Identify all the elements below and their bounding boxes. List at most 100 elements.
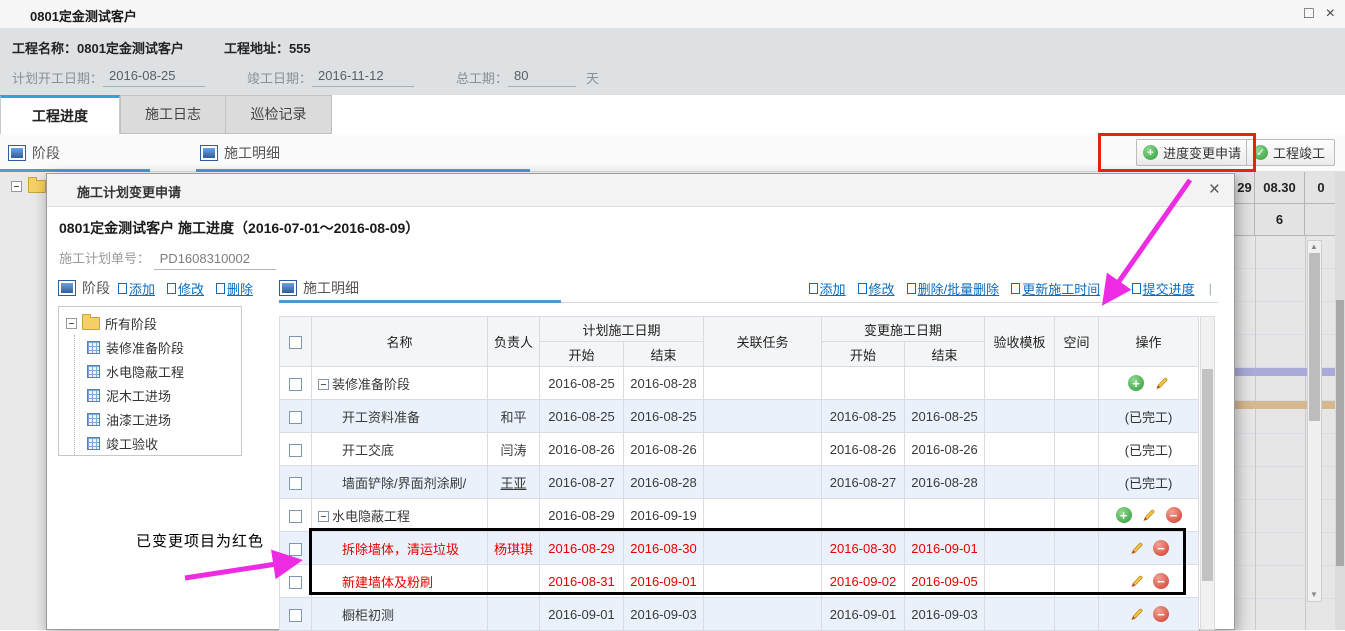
tree-item-stage[interactable]: 装修准备阶段 (87, 335, 237, 359)
tree-item-stage[interactable]: 泥木工进场 (87, 383, 237, 407)
plan-number-field[interactable]: PD1608310002 (154, 251, 276, 270)
scroll-up-icon[interactable]: ▲ (1310, 243, 1318, 251)
cell-template (985, 532, 1055, 565)
close-icon[interactable]: × (1326, 2, 1335, 26)
cell-chg-start: 2016-09-01 (822, 598, 905, 631)
row-checkbox[interactable] (289, 576, 302, 589)
collapse-icon[interactable] (318, 379, 329, 390)
stage-icon (87, 365, 100, 378)
detail-edit-link[interactable]: 修改 (858, 279, 895, 298)
row-checkbox[interactable] (289, 609, 302, 622)
cell-related (704, 466, 822, 499)
stage-section-label: 阶段 (8, 143, 60, 163)
tree-item-stage[interactable]: 水电隐蔽工程 (87, 359, 237, 383)
scroll-down-icon[interactable]: ▼ (1310, 591, 1318, 599)
table-row: 拆除墙体，清运垃圾杨琪琪2016-08-292016-08-302016-08-… (280, 532, 1199, 565)
cell-template (985, 466, 1055, 499)
tab-progress[interactable]: 工程进度 (0, 95, 120, 134)
column-header-template: 验收模板 (985, 317, 1055, 367)
edit-icon[interactable] (1141, 507, 1157, 523)
change-request-dialog: 施工计划变更申请 × 0801定金测试客户 施工进度（2016-07-01～20… (46, 173, 1235, 630)
delete-icon[interactable]: − (1153, 573, 1169, 589)
collapse-icon[interactable] (11, 181, 22, 192)
table-scrollbar[interactable] (1200, 316, 1215, 630)
stage-add-link[interactable]: 添加 (118, 279, 155, 298)
row-checkbox[interactable] (289, 378, 302, 391)
edit-icon[interactable] (1128, 606, 1144, 622)
cell-chg-start: 2016-08-27 (822, 466, 905, 499)
tab-construction-log[interactable]: 施工日志 (120, 95, 226, 134)
panel-icon (8, 145, 26, 161)
scrollbar-thumb[interactable] (1202, 369, 1213, 581)
stage-delete-link[interactable]: 删除 (216, 279, 253, 298)
status-text: (已完工) (1125, 443, 1173, 458)
maximize-icon[interactable]: □ (1304, 2, 1314, 26)
stage-panel-header: 阶段 添加 修改 删除 (58, 278, 253, 298)
cell-plan-end: 2016-08-26 (624, 433, 704, 466)
tab-inspection-record[interactable]: 巡检记录 (226, 95, 332, 134)
tree-item-stage[interactable]: 竣工验收 (87, 431, 237, 455)
detail-panel-header: 施工明细 添加 修改 删除/批量删除 更新施工时间 | 提交进度 | (279, 278, 1220, 298)
plan-start-field[interactable]: 2016-08-25 (103, 68, 205, 87)
add-icon[interactable]: + (1128, 375, 1144, 391)
delete-icon[interactable]: − (1166, 507, 1182, 523)
stage-edit-link[interactable]: 修改 (167, 279, 204, 298)
scrollbar-thumb[interactable] (1336, 300, 1344, 566)
gantt-scrollbar[interactable]: ▲ ▼ (1307, 240, 1322, 602)
detail-add-link[interactable]: 添加 (809, 279, 846, 298)
edit-icon[interactable] (1128, 573, 1144, 589)
table-row: 水电隐蔽工程2016-08-292016-09-19+− (280, 499, 1199, 532)
column-header-related-task: 关联任务 (704, 317, 822, 367)
finish-label: 竣工日期： (247, 68, 312, 87)
stage-tree: 所有阶段 装修准备阶段 水电隐蔽工程 泥木工进场 油漆工进场 竣工验收 (58, 306, 242, 456)
delete-icon[interactable]: − (1153, 606, 1169, 622)
cell-plan-start: 2016-08-29 (540, 499, 624, 532)
duration-field[interactable]: 80 (508, 68, 576, 87)
collapse-icon[interactable] (66, 318, 77, 329)
panel-icon (279, 280, 297, 296)
task-name: 新建墙体及粉刷 (342, 575, 433, 590)
task-name: 橱柜初测 (342, 608, 394, 623)
stage-icon (87, 437, 100, 450)
tree-item-stage[interactable]: 油漆工进场 (87, 407, 237, 431)
select-all-checkbox[interactable] (289, 336, 302, 349)
plus-icon: + (1143, 145, 1158, 160)
scrollbar-thumb[interactable] (1309, 253, 1320, 421)
dialog-heading: 0801定金测试客户 施工进度（2016-07-01～2016-08-09） (59, 218, 419, 238)
cell-related (704, 598, 822, 631)
window-scrollbar[interactable] (1335, 172, 1345, 630)
detail-section-label: 施工明细 (200, 143, 280, 163)
dialog-close-icon[interactable]: × (1209, 179, 1220, 201)
row-checkbox[interactable] (289, 543, 302, 556)
detail-update-time-link[interactable]: 更新施工时间 (1011, 279, 1100, 298)
progress-change-request-button[interactable]: + 进度变更申请 (1136, 139, 1251, 166)
add-icon[interactable]: + (1116, 507, 1132, 523)
project-complete-button[interactable]: ✓ 工程竣工 (1246, 139, 1335, 166)
task-name: 装修准备阶段 (332, 377, 410, 392)
cell-template (985, 400, 1055, 433)
column-header-name: 名称 (312, 317, 488, 367)
tree-root-all-stages[interactable]: 所有阶段 (66, 314, 237, 333)
cell-space (1055, 367, 1099, 400)
table-row: 墙面铲除/界面剂涂刷/王亚2016-08-272016-08-282016-08… (280, 466, 1199, 499)
table-row: 橱柜初测2016-09-012016-09-032016-09-012016-0… (280, 598, 1199, 631)
detail-submit-progress-link[interactable]: 提交进度 (1132, 279, 1195, 298)
row-checkbox[interactable] (289, 510, 302, 523)
edit-icon[interactable] (1153, 375, 1169, 391)
row-checkbox[interactable] (289, 411, 302, 424)
stage-icon (87, 389, 100, 402)
project-address: 工程地址：555 (224, 38, 311, 57)
finish-date-field[interactable]: 2016-11-12 (312, 68, 414, 87)
collapse-icon[interactable] (318, 511, 329, 522)
plan-start-label: 计划开工日期： (12, 68, 103, 87)
detail-delete-link[interactable]: 删除/批量删除 (907, 279, 1000, 298)
row-checkbox[interactable] (289, 477, 302, 490)
duration-label: 总工期： (456, 68, 508, 87)
row-checkbox[interactable] (289, 444, 302, 457)
edit-icon[interactable] (1128, 540, 1144, 556)
delete-icon[interactable]: − (1153, 540, 1169, 556)
cell-chg-end (905, 367, 985, 400)
cell-related (704, 499, 822, 532)
column-header-change-dates: 变更施工日期 (822, 317, 985, 342)
task-owner: 闫涛 (500, 443, 526, 458)
